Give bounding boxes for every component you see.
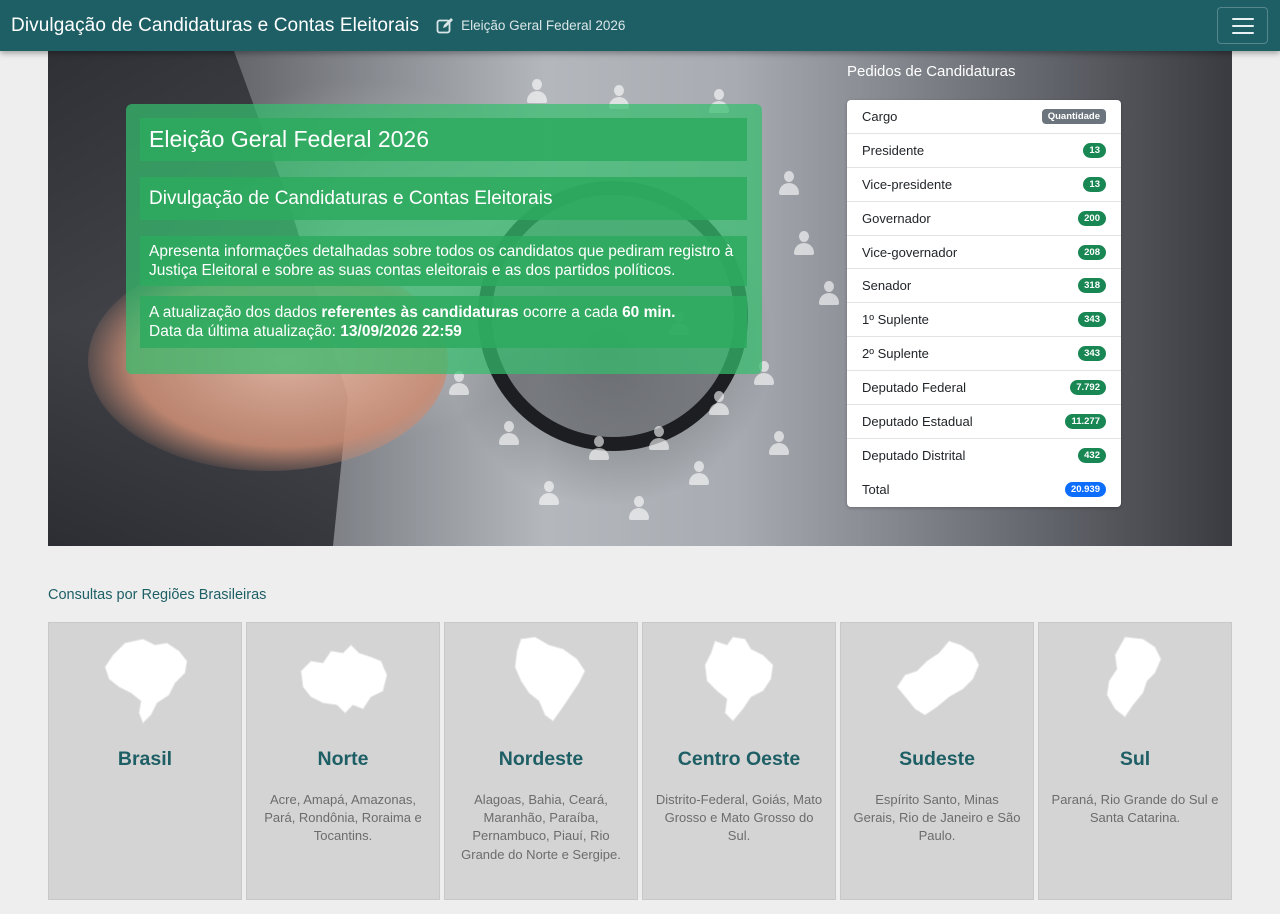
region-description: Paraná, Rio Grande do Sul e Santa Catari…: [1051, 792, 1219, 826]
person-silhouette-icon: [538, 481, 560, 507]
centro-oeste-map-icon: [704, 636, 774, 722]
candidatura-row[interactable]: 2º Suplente 343: [847, 337, 1121, 372]
region-card-brasil[interactable]: Brasil: [48, 622, 242, 900]
candidatura-count-badge: 13: [1083, 142, 1106, 158]
candidatura-label: Deputado Estadual: [862, 413, 973, 429]
candidatura-label: Deputado Distrital: [862, 448, 966, 464]
candidatura-row[interactable]: Deputado Estadual 11.277: [847, 405, 1121, 439]
region-card-nordeste[interactable]: Nordeste Alagoas, Bahia, Ceará, Maranhão,…: [444, 622, 638, 900]
hero-title: Eleição Geral Federal 2026: [140, 118, 747, 161]
person-silhouette-icon: [778, 171, 800, 197]
hero-update-info: A atualização dos dados referentes às ca…: [140, 296, 747, 348]
person-silhouette-icon: [448, 371, 470, 397]
region-description: Alagoas, Bahia, Ceará, Maranhão, Paraíba…: [461, 792, 621, 862]
region-card-sudeste[interactable]: Sudeste Espírito Santo, Minas Gerais, Rio…: [840, 622, 1034, 900]
region-name: Sul: [1119, 748, 1151, 770]
region-name: Brasil: [117, 748, 173, 770]
candidaturas-list: Cargo Quantidade Presidente 13 Vice-presid…: [847, 100, 1121, 507]
menu-toggle-button[interactable]: [1217, 7, 1268, 44]
candidatura-label: Governador: [862, 210, 931, 226]
election-link[interactable]: Eleição Geral Federal 2026: [436, 17, 625, 35]
candidatura-count-badge: 200: [1078, 210, 1106, 226]
candidatura-count-badge: 11.277: [1065, 413, 1106, 429]
person-silhouette-icon: [628, 496, 650, 522]
person-silhouette-icon: [648, 426, 670, 452]
hero-description: Apresenta informações detalhadas sobre t…: [140, 236, 747, 286]
edit-icon: [436, 17, 454, 33]
regions-title: Consultas por Regiões Brasileiras: [48, 587, 267, 603]
candidatura-label: Deputado Federal: [862, 380, 967, 396]
candidatura-label: Presidente: [862, 142, 925, 158]
nordeste-map-icon: [514, 636, 586, 722]
candidatura-label: Vice-governador: [862, 244, 958, 260]
region-description: Acre, Amapá, Amazonas, Pará, Rondônia, R…: [264, 792, 422, 844]
person-silhouette-icon: [588, 436, 610, 462]
region-name: Norte: [317, 748, 369, 770]
candidatura-count-badge: 208: [1078, 244, 1106, 260]
last-update-value: 13/09/2026 22:59: [340, 323, 462, 340]
brand-title[interactable]: Divulgação de Candidaturas e Contas Elei…: [11, 15, 419, 37]
person-silhouette-icon: [498, 421, 520, 447]
candidatura-label: Vice-presidente: [862, 176, 953, 192]
candidatura-count-badge: 7.792: [1070, 380, 1106, 396]
candidatura-row[interactable]: Senador 318: [847, 269, 1121, 304]
hero-subtitle: Divulgação de Candidaturas e Contas Elei…: [140, 177, 747, 220]
candidatura-row[interactable]: 1º Suplente 343: [847, 303, 1121, 338]
quantity-badge: Quantidade: [1041, 108, 1106, 124]
candidatura-label: 1º Suplente: [862, 312, 929, 328]
candidaturas-total-row[interactable]: Total 20.939: [847, 473, 1121, 507]
region-card-sul[interactable]: Sul Paraná, Rio Grande do Sul e Santa Cat…: [1038, 622, 1232, 900]
total-badge: 20.939: [1064, 482, 1106, 498]
norte-map-icon: [300, 644, 388, 714]
candidatura-count-badge: 343: [1078, 346, 1106, 362]
candidatura-label: 2º Suplente: [862, 346, 929, 362]
person-silhouette-icon: [818, 281, 840, 307]
election-label: Eleição Geral Federal 2026: [461, 18, 626, 33]
candidatura-count-badge: 13: [1083, 176, 1106, 192]
sudeste-map-icon: [896, 640, 980, 716]
regions-grid: Brasil Norte Acre, Amapá, Amazonas, Pará, …: [48, 622, 1232, 900]
person-silhouette-icon: [708, 391, 730, 417]
person-silhouette-icon: [526, 79, 548, 105]
candidatura-row[interactable]: Vice-presidente 13: [847, 168, 1121, 202]
region-card-norte[interactable]: Norte Acre, Amapá, Amazonas, Pará, Rondôn…: [246, 622, 440, 900]
candidatura-count-badge: 318: [1078, 278, 1106, 294]
region-name: Sudeste: [899, 748, 975, 770]
region-name: Centro Oeste: [677, 748, 801, 770]
candidaturas-title: Pedidos de Candidaturas: [847, 63, 1016, 80]
candidatura-row[interactable]: Vice-governador 208: [847, 236, 1121, 270]
candidatura-count-badge: 432: [1078, 448, 1106, 464]
candidatura-row[interactable]: Deputado Federal 7.792: [847, 371, 1121, 406]
person-silhouette-icon: [768, 431, 790, 457]
candidatura-row[interactable]: Deputado Distrital 432: [847, 439, 1121, 473]
person-silhouette-icon: [793, 231, 815, 257]
candidatura-label: Senador: [862, 278, 912, 294]
candidaturas-header: Cargo Quantidade: [847, 100, 1121, 134]
brazil-map-icon: [104, 638, 188, 724]
region-card-centro-oeste[interactable]: Centro Oeste Distrito-Federal, Goiás, Mat…: [642, 622, 836, 900]
hero-banner: Eleição Geral Federal 2026 Divulgação de…: [48, 51, 1232, 546]
region-name: Nordeste: [498, 748, 584, 770]
candidatura-row[interactable]: Governador 200: [847, 202, 1121, 236]
hamburger-icon: [1231, 17, 1254, 20]
candidatura-row[interactable]: Presidente 13: [847, 134, 1121, 168]
region-description: Espírito Santo, Minas Gerais, Rio de Jan…: [853, 792, 1021, 844]
person-silhouette-icon: [688, 461, 710, 487]
sul-map-icon: [1106, 636, 1162, 718]
navbar: Divulgação de Candidaturas e Contas Elei…: [0, 0, 1280, 51]
candidatura-count-badge: 343: [1078, 312, 1106, 328]
region-description: Distrito-Federal, Goiás, Mato Grosso e M…: [655, 792, 823, 844]
